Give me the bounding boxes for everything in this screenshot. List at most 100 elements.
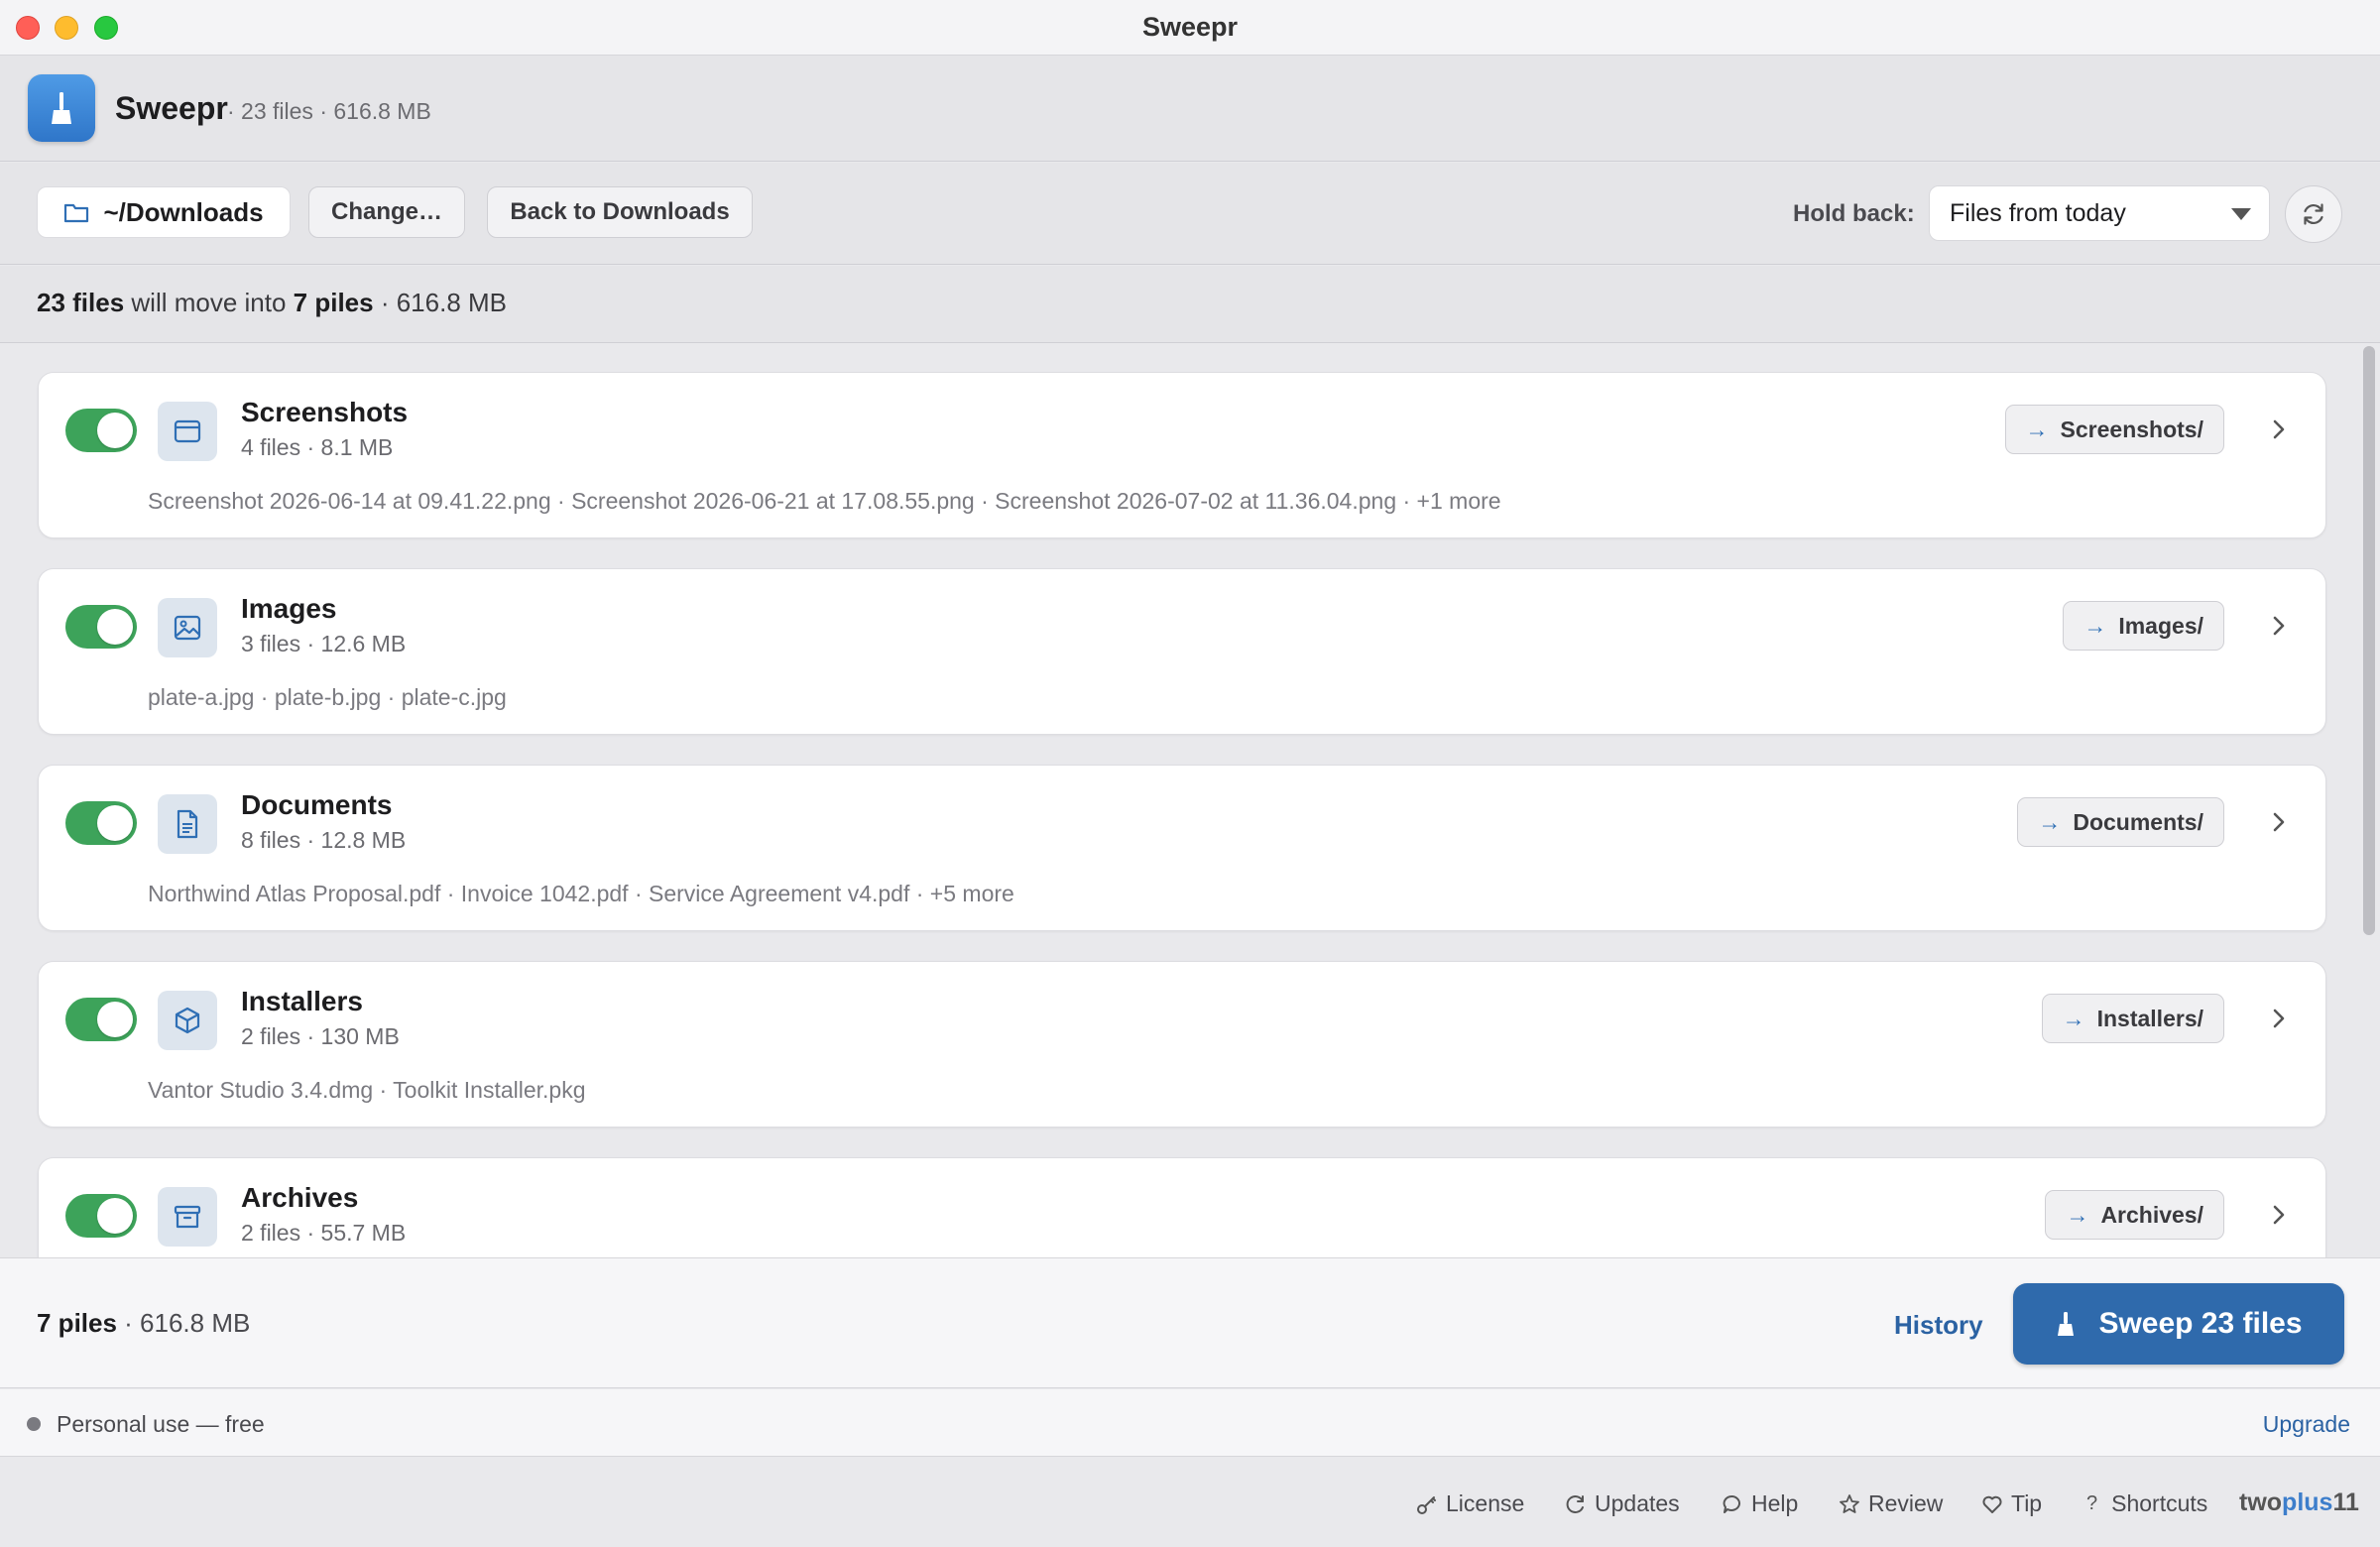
action-bar: 7 piles · 616.8 MB History Sweep 23 file… <box>0 1257 2380 1388</box>
pile-meta: 3 files · 12.6 MB <box>241 631 407 656</box>
brand-part-a: two <box>2239 1488 2283 1516</box>
app-window: Sweepr Sweepr · 23 files · 616.8 MB ~/Do… <box>0 0 2380 1547</box>
broom-icon <box>2058 1312 2075 1336</box>
updates-link[interactable]: Updates <box>1565 1490 1680 1517</box>
app-logo-broom-icon <box>28 74 95 142</box>
chevron-right-icon[interactable] <box>2270 1006 2288 1031</box>
pile-toggle-images[interactable] <box>65 605 137 649</box>
help-link-label: Help <box>1751 1490 1799 1516</box>
question-mark-icon: ? <box>2086 1492 2098 1514</box>
license-status: Personal use — free <box>57 1411 265 1437</box>
folder-icon <box>64 203 89 223</box>
review-link[interactable]: Review <box>1839 1490 1943 1517</box>
toggle-knob <box>97 609 133 645</box>
toggle-knob <box>97 1198 133 1234</box>
hold-back-label: Hold back: <box>1793 200 1915 227</box>
arrow-right-icon: → <box>2083 612 2107 639</box>
change-button[interactable]: Change… <box>308 186 465 238</box>
summary-size: · 616.8 MB <box>373 288 508 317</box>
refresh-icon <box>1566 1494 1584 1513</box>
pile-card-images: Images 3 files · 12.6 MB plate-a.jpg · p… <box>38 568 2326 735</box>
pile-name: Documents <box>241 789 393 820</box>
brand-logo[interactable]: twoplus11 <box>2239 1488 2359 1517</box>
archive-icon <box>158 1187 217 1247</box>
document-icon <box>158 794 217 854</box>
chevron-right-icon[interactable] <box>2270 613 2288 639</box>
package-icon <box>158 991 217 1050</box>
arrow-right-icon: → <box>2062 1005 2085 1031</box>
hold-back-select[interactable]: Files from today <box>1929 185 2270 241</box>
pile-file-list: plate-a.jpg · plate-b.jpg · plate-c.jpg <box>148 684 507 710</box>
toggle-knob <box>97 805 133 841</box>
summary-piles: 7 piles <box>293 288 374 317</box>
arrow-right-icon: → <box>2038 808 2062 835</box>
pile-toggle-archives[interactable] <box>65 1194 137 1238</box>
sweep-label: Sweep 23 files <box>2098 1307 2303 1340</box>
dropdown-caret-icon <box>2231 208 2251 220</box>
window-title: Sweepr <box>1141 12 1239 42</box>
license-link-label: License <box>1446 1490 1525 1516</box>
pile-destination-button[interactable]: → Screenshots/ <box>2004 405 2224 454</box>
pile-destination-button[interactable]: → Documents/ <box>2017 797 2224 847</box>
shortcuts-link[interactable]: ? Shortcuts <box>2086 1490 2207 1517</box>
pile-card-documents: Documents 8 files · 12.8 MB Northwind At… <box>38 765 2326 931</box>
pile-destination-button[interactable]: → Archives/ <box>2045 1190 2224 1240</box>
folder-button[interactable]: ~/Downloads <box>37 186 291 238</box>
hold-back-value: Files from today <box>1950 198 2126 227</box>
app-meta: · 23 files · 616.8 MB <box>227 98 431 124</box>
arrow-right-icon: → <box>2025 416 2049 442</box>
footer-summary: 7 piles · 616.8 MB <box>37 1308 250 1339</box>
sweep-summary: 23 files will move into 7 piles · 616.8 … <box>0 266 2380 343</box>
tip-link-label: Tip <box>2011 1490 2043 1516</box>
list-scrollbar[interactable] <box>2363 346 2375 935</box>
pile-name: Screenshots <box>241 397 409 427</box>
summary-middle: will move into <box>124 288 294 317</box>
destination-label: Archives/ <box>2100 1201 2203 1228</box>
sweep-button[interactable]: Sweep 23 files <box>2013 1283 2344 1365</box>
key-icon <box>1417 1495 1436 1514</box>
title-bar: Sweepr <box>0 0 2380 56</box>
toggle-knob <box>97 1002 133 1037</box>
folder-label: ~/Downloads <box>103 196 264 227</box>
history-link[interactable]: History <box>1894 1310 1983 1341</box>
pile-meta: 8 files · 12.8 MB <box>241 827 407 853</box>
toolbar: ~/Downloads Change… Back to Downloads Ho… <box>0 163 2380 265</box>
chevron-right-icon[interactable] <box>2270 809 2288 835</box>
pile-name: Images <box>241 593 337 624</box>
destination-label: Installers/ <box>2096 1005 2203 1031</box>
chevron-right-icon[interactable] <box>2270 1202 2288 1228</box>
upgrade-link[interactable]: Upgrade <box>2263 1411 2350 1438</box>
brand-part-c: 11 <box>2332 1488 2359 1516</box>
chat-bubble-icon <box>1723 1494 1740 1513</box>
destination-label: Documents/ <box>2073 808 2203 835</box>
pile-file-list: Screenshot 2026-06-14 at 09.41.22.png · … <box>148 488 1501 514</box>
license-link[interactable]: License <box>1416 1490 1524 1517</box>
refresh-button[interactable] <box>2285 185 2342 243</box>
pile-meta: 2 files · 55.7 MB <box>241 1220 407 1246</box>
destination-label: Screenshots/ <box>2060 416 2203 442</box>
pile-file-list: Vantor Studio 3.4.dmg · Toolkit Installe… <box>148 1077 586 1103</box>
pile-toggle-screenshots[interactable] <box>65 409 137 452</box>
chevron-right-icon[interactable] <box>2270 416 2288 442</box>
help-link[interactable]: Help <box>1722 1490 1798 1517</box>
arrow-right-icon: → <box>2066 1201 2089 1228</box>
pile-card-archives: Archives 2 files · 55.7 MB → Archives/ <box>38 1157 2326 1257</box>
pile-toggle-installers[interactable] <box>65 998 137 1041</box>
pile-toggle-documents[interactable] <box>65 801 137 845</box>
footer-piles: 7 piles <box>37 1308 117 1338</box>
destination-label: Images/ <box>2118 612 2203 639</box>
brand-part-b: plus <box>2282 1488 2333 1516</box>
pile-list: Screenshots 4 files · 8.1 MB Screenshot … <box>0 344 2380 1257</box>
window-icon <box>158 402 217 461</box>
back-to-downloads-button[interactable]: Back to Downloads <box>487 186 753 238</box>
heart-icon <box>1982 1495 2002 1513</box>
pile-destination-button[interactable]: → Images/ <box>2063 601 2224 651</box>
app-header: Sweepr · 23 files · 616.8 MB <box>0 56 2380 162</box>
review-link-label: Review <box>1868 1490 1944 1516</box>
shortcuts-link-label: Shortcuts <box>2111 1490 2208 1516</box>
pile-destination-button[interactable]: → Installers/ <box>2041 994 2224 1043</box>
star-icon <box>1840 1493 1859 1513</box>
tip-link[interactable]: Tip <box>1981 1490 2042 1517</box>
toggle-knob <box>97 413 133 448</box>
pile-meta: 2 files · 130 MB <box>241 1023 400 1049</box>
